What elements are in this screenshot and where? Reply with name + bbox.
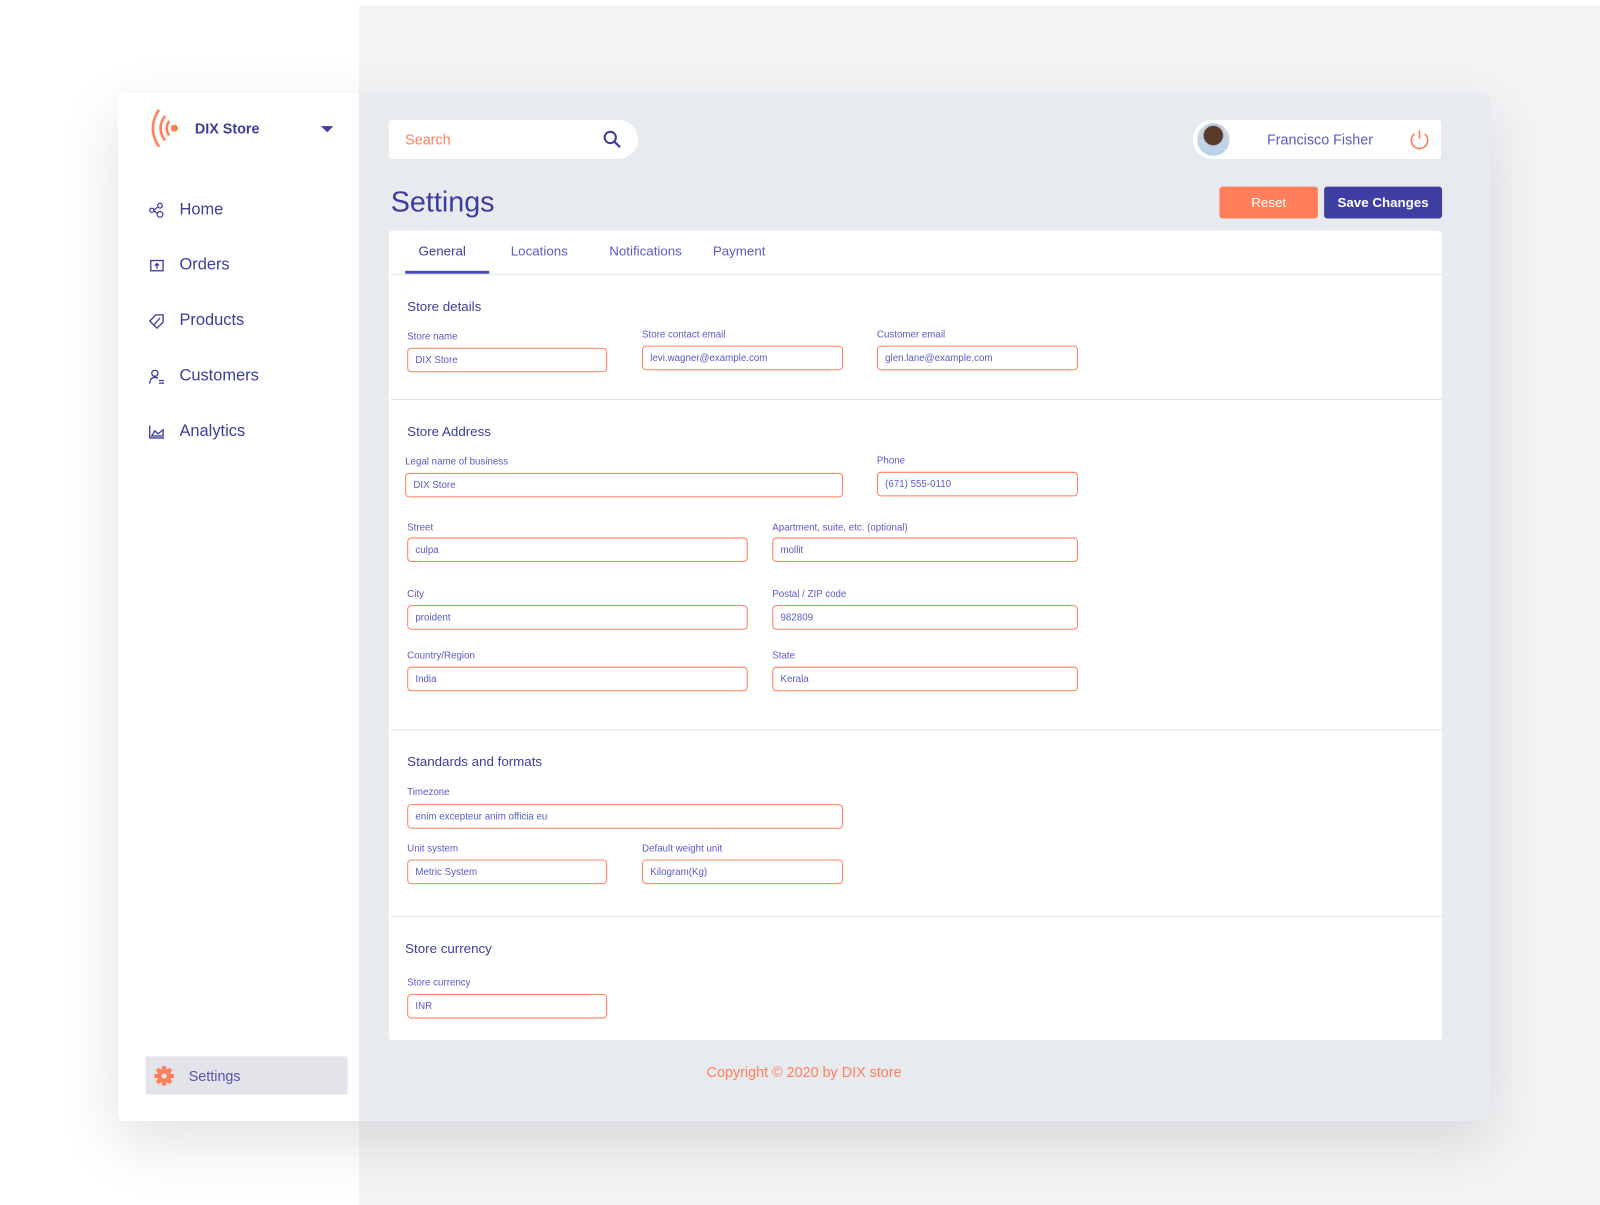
postal-code-input[interactable] xyxy=(772,605,1078,630)
section-title: Store details xyxy=(407,298,482,314)
logo-icon xyxy=(151,109,178,148)
sidebar-item-label: Orders xyxy=(179,256,230,274)
street-input[interactable] xyxy=(407,537,748,563)
section-title: Store currency xyxy=(405,940,492,956)
unit-system-input[interactable] xyxy=(407,859,608,885)
divider xyxy=(390,273,1443,275)
field-label: Store currency xyxy=(407,977,471,989)
country-input[interactable] xyxy=(407,666,748,692)
sidebar-item-label: Home xyxy=(179,201,224,219)
section-title: Standards and formats xyxy=(407,753,543,770)
tab-locations[interactable]: Locations xyxy=(511,243,568,258)
field-label: Country/Region xyxy=(407,650,475,662)
avatar xyxy=(1194,121,1232,158)
sidebar-item-home[interactable]: Home xyxy=(149,198,224,223)
field-label: Postal / ZIP code xyxy=(772,588,847,600)
field-label: Legal name of business xyxy=(405,456,509,468)
tab-payment[interactable]: Payment xyxy=(713,243,766,258)
search-input[interactable] xyxy=(405,131,604,148)
share-nodes-icon xyxy=(149,202,164,218)
tab-notifications[interactable]: Notifications xyxy=(609,243,682,258)
store-name: DIX Store xyxy=(194,119,260,137)
save-changes-button[interactable]: Save Changes xyxy=(1324,186,1443,219)
store-contact-email-input[interactable] xyxy=(642,345,844,371)
sidebar-item-orders[interactable]: Orders xyxy=(149,253,230,278)
weight-unit-input[interactable] xyxy=(642,859,844,885)
app-window: DIX Store Home Orders Products Customers… xyxy=(117,93,1491,1122)
legal-name-input[interactable] xyxy=(405,472,844,498)
field-label: Customer email xyxy=(876,329,946,341)
tag-icon xyxy=(148,314,164,330)
chart-area-icon xyxy=(149,425,165,439)
field-label: Store contact email xyxy=(642,329,726,341)
copyright: Copyright © 2020 by DIX store xyxy=(706,1063,902,1080)
field-label: State xyxy=(772,650,796,662)
page-title: Settings xyxy=(390,185,495,218)
phone-input[interactable] xyxy=(876,471,1078,497)
sidebar-item-products[interactable]: Products xyxy=(148,309,245,334)
sidebar: DIX Store Home Orders Products Customers… xyxy=(117,93,359,1122)
sidebar-item-label: Products xyxy=(179,311,245,330)
sidebar-item-label: Analytics xyxy=(179,422,246,440)
power-icon[interactable] xyxy=(1408,128,1431,151)
search-icon[interactable] xyxy=(603,130,621,148)
apartment-input[interactable] xyxy=(772,537,1078,563)
divider xyxy=(390,915,1443,917)
sidebar-item-customers[interactable]: Customers xyxy=(149,364,259,389)
customer-email-input[interactable] xyxy=(876,345,1078,371)
reset-button[interactable]: Reset xyxy=(1219,186,1318,219)
search-bar xyxy=(388,119,638,159)
field-label: Default weight unit xyxy=(642,843,723,855)
divider xyxy=(390,398,1443,400)
field-label: City xyxy=(407,588,424,600)
chevron-down-icon[interactable] xyxy=(321,126,334,133)
box-upload-icon xyxy=(150,259,164,272)
tab-general[interactable]: General xyxy=(418,243,465,258)
user-menu[interactable]: Francisco Fisher xyxy=(1192,119,1442,159)
sidebar-item-analytics[interactable]: Analytics xyxy=(149,419,245,444)
field-label: Unit system xyxy=(407,843,459,855)
store-currency-input[interactable] xyxy=(407,993,608,1019)
user-swap-icon xyxy=(149,369,165,384)
sidebar-item-label: Customers xyxy=(179,367,259,385)
timezone-input[interactable] xyxy=(407,804,844,829)
settings-card: General Locations Notifications Payment … xyxy=(388,230,1443,1040)
divider xyxy=(390,729,1443,731)
field-label: Timezone xyxy=(407,786,450,798)
store-name-input[interactable] xyxy=(407,347,608,373)
section-title: Store Address xyxy=(407,423,491,439)
field-label: Street xyxy=(407,522,434,534)
field-label: Apartment, suite, etc. (optional) xyxy=(772,522,908,534)
user-name: Francisco Fisher xyxy=(1266,131,1374,148)
field-label: Phone xyxy=(876,455,906,467)
state-input[interactable] xyxy=(772,666,1078,692)
city-input[interactable] xyxy=(407,605,748,630)
field-label: Store name xyxy=(407,331,458,343)
